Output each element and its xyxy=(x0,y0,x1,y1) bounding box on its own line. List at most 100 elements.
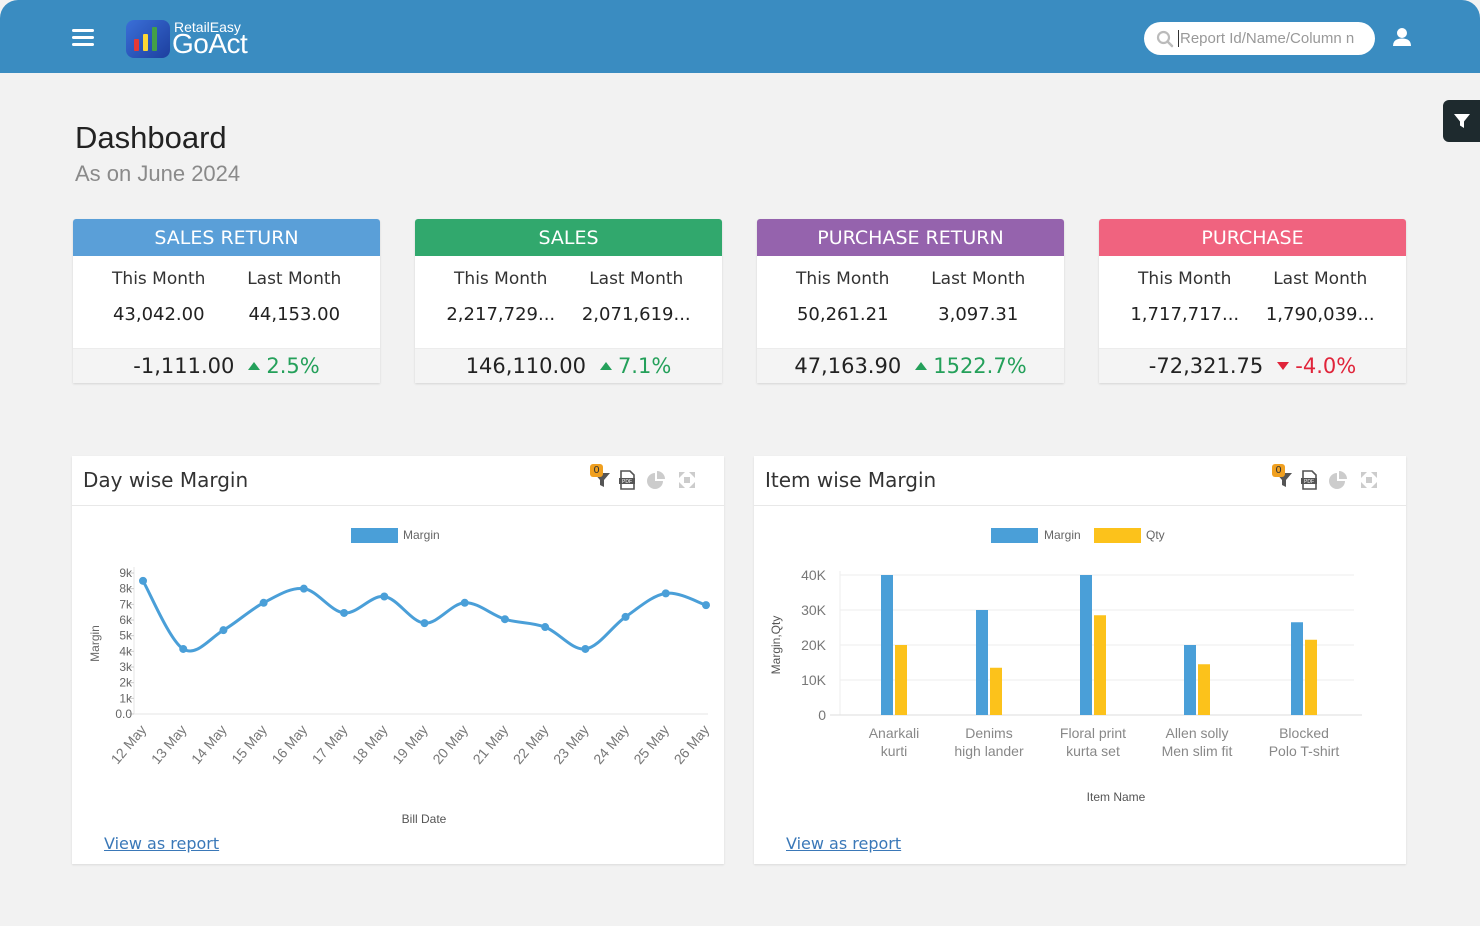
x-tick-label: 25 May xyxy=(630,722,672,767)
bar-margin xyxy=(1080,575,1092,715)
item-wise-margin-panel: Item wise Margin 0 PDF Margin Qty 0 10K 20K 3… xyxy=(754,456,1406,864)
panel-title: Item wise Margin xyxy=(765,468,937,492)
pdf-button[interactable]: PDF xyxy=(618,464,636,490)
trend-up-icon xyxy=(915,362,928,370)
x-tick-label: 21 May xyxy=(469,722,511,767)
legend-label-margin: Margin xyxy=(403,528,440,542)
bar-margin xyxy=(1184,645,1196,715)
this-month-label: This Month xyxy=(454,269,548,289)
trend-down-icon xyxy=(1277,362,1290,370)
svg-text:PDF: PDF xyxy=(1304,479,1314,485)
user-icon[interactable] xyxy=(1392,27,1412,47)
kpi-percent: 7.1% xyxy=(599,354,672,378)
series-line-margin xyxy=(141,580,707,653)
x-tick-label: kurta set xyxy=(1066,743,1120,759)
pie-chart-button[interactable] xyxy=(646,464,666,490)
y-tick-label: 1k xyxy=(119,691,133,705)
last-month-label: Last Month xyxy=(931,269,1026,289)
y-tick-label: 10K xyxy=(801,672,827,688)
bar-qty xyxy=(1198,664,1210,715)
panel-tools: 0 PDF xyxy=(1272,464,1378,490)
data-point xyxy=(460,598,469,607)
x-tick-label: 19 May xyxy=(389,722,431,767)
kpi-footer: -72,321.75 -4.0% xyxy=(1099,348,1406,383)
filter-panel-toggle[interactable] xyxy=(1443,100,1480,142)
x-tick-label: 15 May xyxy=(228,722,270,767)
data-point xyxy=(702,601,710,610)
last-month-label: Last Month xyxy=(589,269,684,289)
x-tick-label: Men slim fit xyxy=(1162,743,1233,759)
kpi-footer: 47,163.90 1522.7% xyxy=(757,348,1064,383)
pie-chart-button[interactable] xyxy=(1328,464,1348,490)
last-month-label: Last Month xyxy=(1273,269,1368,289)
kpi-card-sales-return: SALES RETURN This Month 43,042.00 Last Mont… xyxy=(73,219,380,383)
y-tick-label: 2k xyxy=(119,676,133,690)
y-tick-label: 9k xyxy=(119,566,133,580)
brand-name: GoAct xyxy=(172,28,248,59)
this-month-value: 43,042.00 xyxy=(112,304,205,325)
bar-qty xyxy=(895,645,907,715)
y-tick-label: 5k xyxy=(119,629,133,643)
y-tick-label: 30K xyxy=(801,602,827,618)
kpi-title: PURCHASE xyxy=(1099,219,1406,256)
last-month-label: Last Month xyxy=(247,269,342,289)
bar-margin xyxy=(1291,622,1303,715)
kpi-card-purchase-return: PURCHASE RETURN This Month 50,261.21 Last M… xyxy=(757,219,1064,383)
this-month-label: This Month xyxy=(1138,269,1232,289)
data-point xyxy=(299,584,308,593)
y-tick-label: 7k xyxy=(119,597,133,611)
kpi-title: SALES xyxy=(415,219,722,256)
x-tick-label: 20 May xyxy=(429,722,471,767)
x-tick-label: Allen solly xyxy=(1165,725,1228,741)
this-month-value: 1,717,717... xyxy=(1130,304,1240,325)
view-as-report-link[interactable]: View as report xyxy=(786,834,901,853)
trend-up-icon xyxy=(599,362,612,370)
pdf-icon: PDF xyxy=(619,470,635,490)
filter-button[interactable]: 0 xyxy=(1272,464,1294,490)
data-point xyxy=(340,608,349,617)
logo-icon xyxy=(126,20,170,58)
pdf-button[interactable]: PDF xyxy=(1300,464,1318,490)
legend-swatch-margin xyxy=(351,528,398,543)
kpi-difference: -72,321.75 xyxy=(1148,354,1264,378)
search-input[interactable] xyxy=(1178,30,1368,47)
panel-title: Day wise Margin xyxy=(83,468,249,492)
x-axis-title: Bill Date xyxy=(402,812,447,826)
data-point xyxy=(661,589,670,598)
legend-swatch-margin xyxy=(991,528,1038,543)
y-tick-label: 8k xyxy=(119,582,133,596)
panel-tools: 0 PDF xyxy=(590,464,696,490)
x-tick-label: 12 May xyxy=(108,722,150,767)
kpi-card-purchase: PURCHASE This Month 1,717,717... Last Month… xyxy=(1099,219,1406,383)
expand-button[interactable] xyxy=(678,465,696,489)
filter-button[interactable]: 0 xyxy=(590,464,612,490)
this-month-value: 2,217,729... xyxy=(446,304,556,325)
y-tick-label: 4k xyxy=(119,644,133,658)
x-tick-label: kurti xyxy=(881,743,907,759)
data-point xyxy=(179,644,188,653)
data-point xyxy=(621,612,630,621)
search-icon xyxy=(1156,30,1174,47)
x-tick-label: 17 May xyxy=(309,722,351,767)
day-wise-margin-panel: Day wise Margin 0 PDF Margin 0.0 1k 2k 3k 4k 5… xyxy=(72,456,724,864)
y-axis-title: Margin,Qty xyxy=(769,616,783,675)
bar-margin xyxy=(976,610,988,715)
kpi-percent-value: -4.0% xyxy=(1295,354,1357,378)
this-month-value: 50,261.21 xyxy=(796,304,889,325)
kpi-percent-value: 7.1% xyxy=(617,354,672,378)
kpi-difference: 47,163.90 xyxy=(794,354,902,378)
last-month-value: 2,071,619... xyxy=(581,304,691,325)
expand-button[interactable] xyxy=(1360,465,1378,489)
y-tick-label: 40K xyxy=(801,567,827,583)
x-tick-label: 14 May xyxy=(188,722,230,767)
trend-up-icon xyxy=(248,362,261,370)
panel-header: Day wise Margin 0 PDF xyxy=(72,456,724,506)
data-point xyxy=(139,576,147,585)
data-point xyxy=(581,644,590,653)
kpi-difference: -1,111.00 xyxy=(133,354,235,378)
x-tick-label: Floral print xyxy=(1060,725,1126,741)
view-as-report-link[interactable]: View as report xyxy=(104,834,219,853)
kpi-card-sales: SALES This Month 2,217,729... Last Month 2,0… xyxy=(415,219,722,383)
hamburger-icon[interactable] xyxy=(72,29,94,46)
item-wise-margin-chart: Margin Qty 0 10K 20K 30K 40K Margin,Qty Anarkali… xyxy=(769,528,1362,804)
